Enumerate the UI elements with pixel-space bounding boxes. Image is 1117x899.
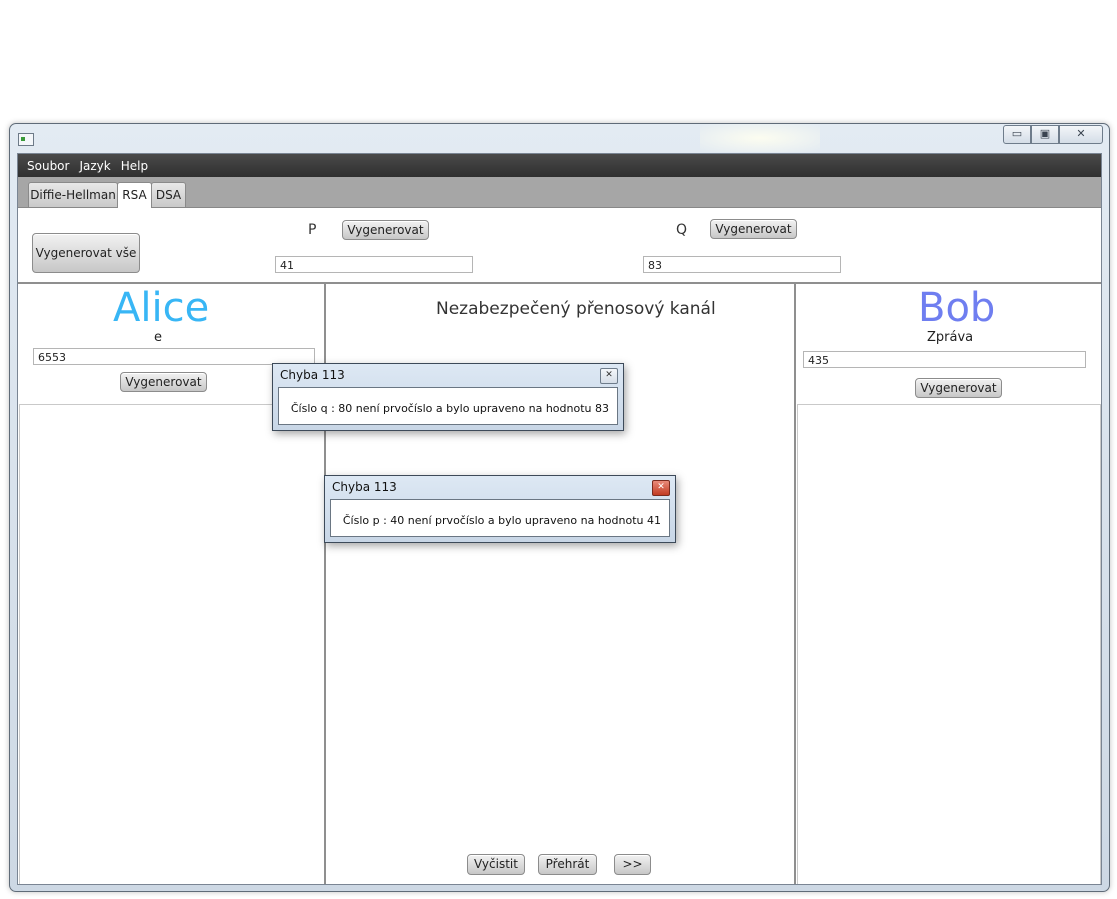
tab-rsa[interactable]: RSA bbox=[117, 182, 152, 208]
bob-message-field[interactable]: 435 bbox=[803, 351, 1086, 368]
app-icon bbox=[18, 133, 34, 146]
menu-bar: Soubor Jazyk Help bbox=[18, 154, 1101, 177]
menu-help[interactable]: Help bbox=[116, 159, 153, 173]
error-dialog-p: Chyba 113 ✕ Číslo p : 40 není prvočíslo … bbox=[324, 475, 676, 543]
top-divider bbox=[18, 282, 1101, 284]
q-field[interactable]: 83 bbox=[643, 256, 841, 273]
channel-title: Nezabezpečený přenosový kanál bbox=[436, 299, 716, 319]
alice-title: Alice bbox=[113, 285, 210, 331]
dialog-title: Chyba 113 bbox=[332, 480, 397, 494]
bob-log-panel bbox=[797, 404, 1101, 884]
dialog-message: Číslo q : 80 není prvočíslo a bylo uprav… bbox=[278, 387, 618, 425]
close-icon[interactable]: ✕ bbox=[600, 368, 618, 384]
replay-button[interactable]: Přehrát bbox=[538, 854, 597, 875]
tab-diffie-hellman[interactable]: Diffie-Hellman bbox=[28, 182, 118, 207]
p-label: P bbox=[308, 222, 317, 238]
clear-button[interactable]: Vyčistit bbox=[467, 854, 525, 875]
tab-dsa[interactable]: DSA bbox=[151, 182, 186, 207]
alice-generate-button[interactable]: Vygenerovat bbox=[120, 372, 207, 392]
window-controls: ▭ ▣ ✕ bbox=[1003, 125, 1103, 144]
q-label: Q bbox=[676, 222, 688, 238]
menu-jazyk[interactable]: Jazyk bbox=[74, 159, 115, 173]
bob-title: Bob bbox=[918, 285, 996, 331]
maximize-button[interactable]: ▣ bbox=[1031, 125, 1059, 144]
close-icon[interactable]: ✕ bbox=[652, 480, 670, 496]
generate-all-button[interactable]: Vygenerovat vše bbox=[32, 233, 140, 273]
alice-log-panel bbox=[19, 404, 325, 884]
next-button[interactable]: >> bbox=[614, 854, 651, 875]
titlebar-glow bbox=[700, 124, 820, 152]
error-dialog-q: Chyba 113 ✕ Číslo q : 80 není prvočíslo … bbox=[272, 363, 624, 431]
tab-bar: Diffie-Hellman RSA DSA bbox=[18, 177, 1101, 208]
q-generate-button[interactable]: Vygenerovat bbox=[710, 219, 797, 239]
bob-field-label: Zpráva bbox=[927, 330, 974, 345]
dialog-message: Číslo p : 40 není prvočíslo a bylo uprav… bbox=[330, 499, 670, 537]
bob-generate-button[interactable]: Vygenerovat bbox=[915, 378, 1002, 398]
right-divider bbox=[794, 283, 796, 884]
menu-soubor[interactable]: Soubor bbox=[22, 159, 74, 173]
alice-field-label: e bbox=[154, 330, 162, 345]
minimize-button[interactable]: ▭ bbox=[1003, 125, 1031, 144]
dialog-title: Chyba 113 bbox=[280, 368, 345, 382]
close-button[interactable]: ✕ bbox=[1059, 125, 1103, 144]
p-field[interactable]: 41 bbox=[275, 256, 473, 273]
p-generate-button[interactable]: Vygenerovat bbox=[342, 220, 429, 240]
